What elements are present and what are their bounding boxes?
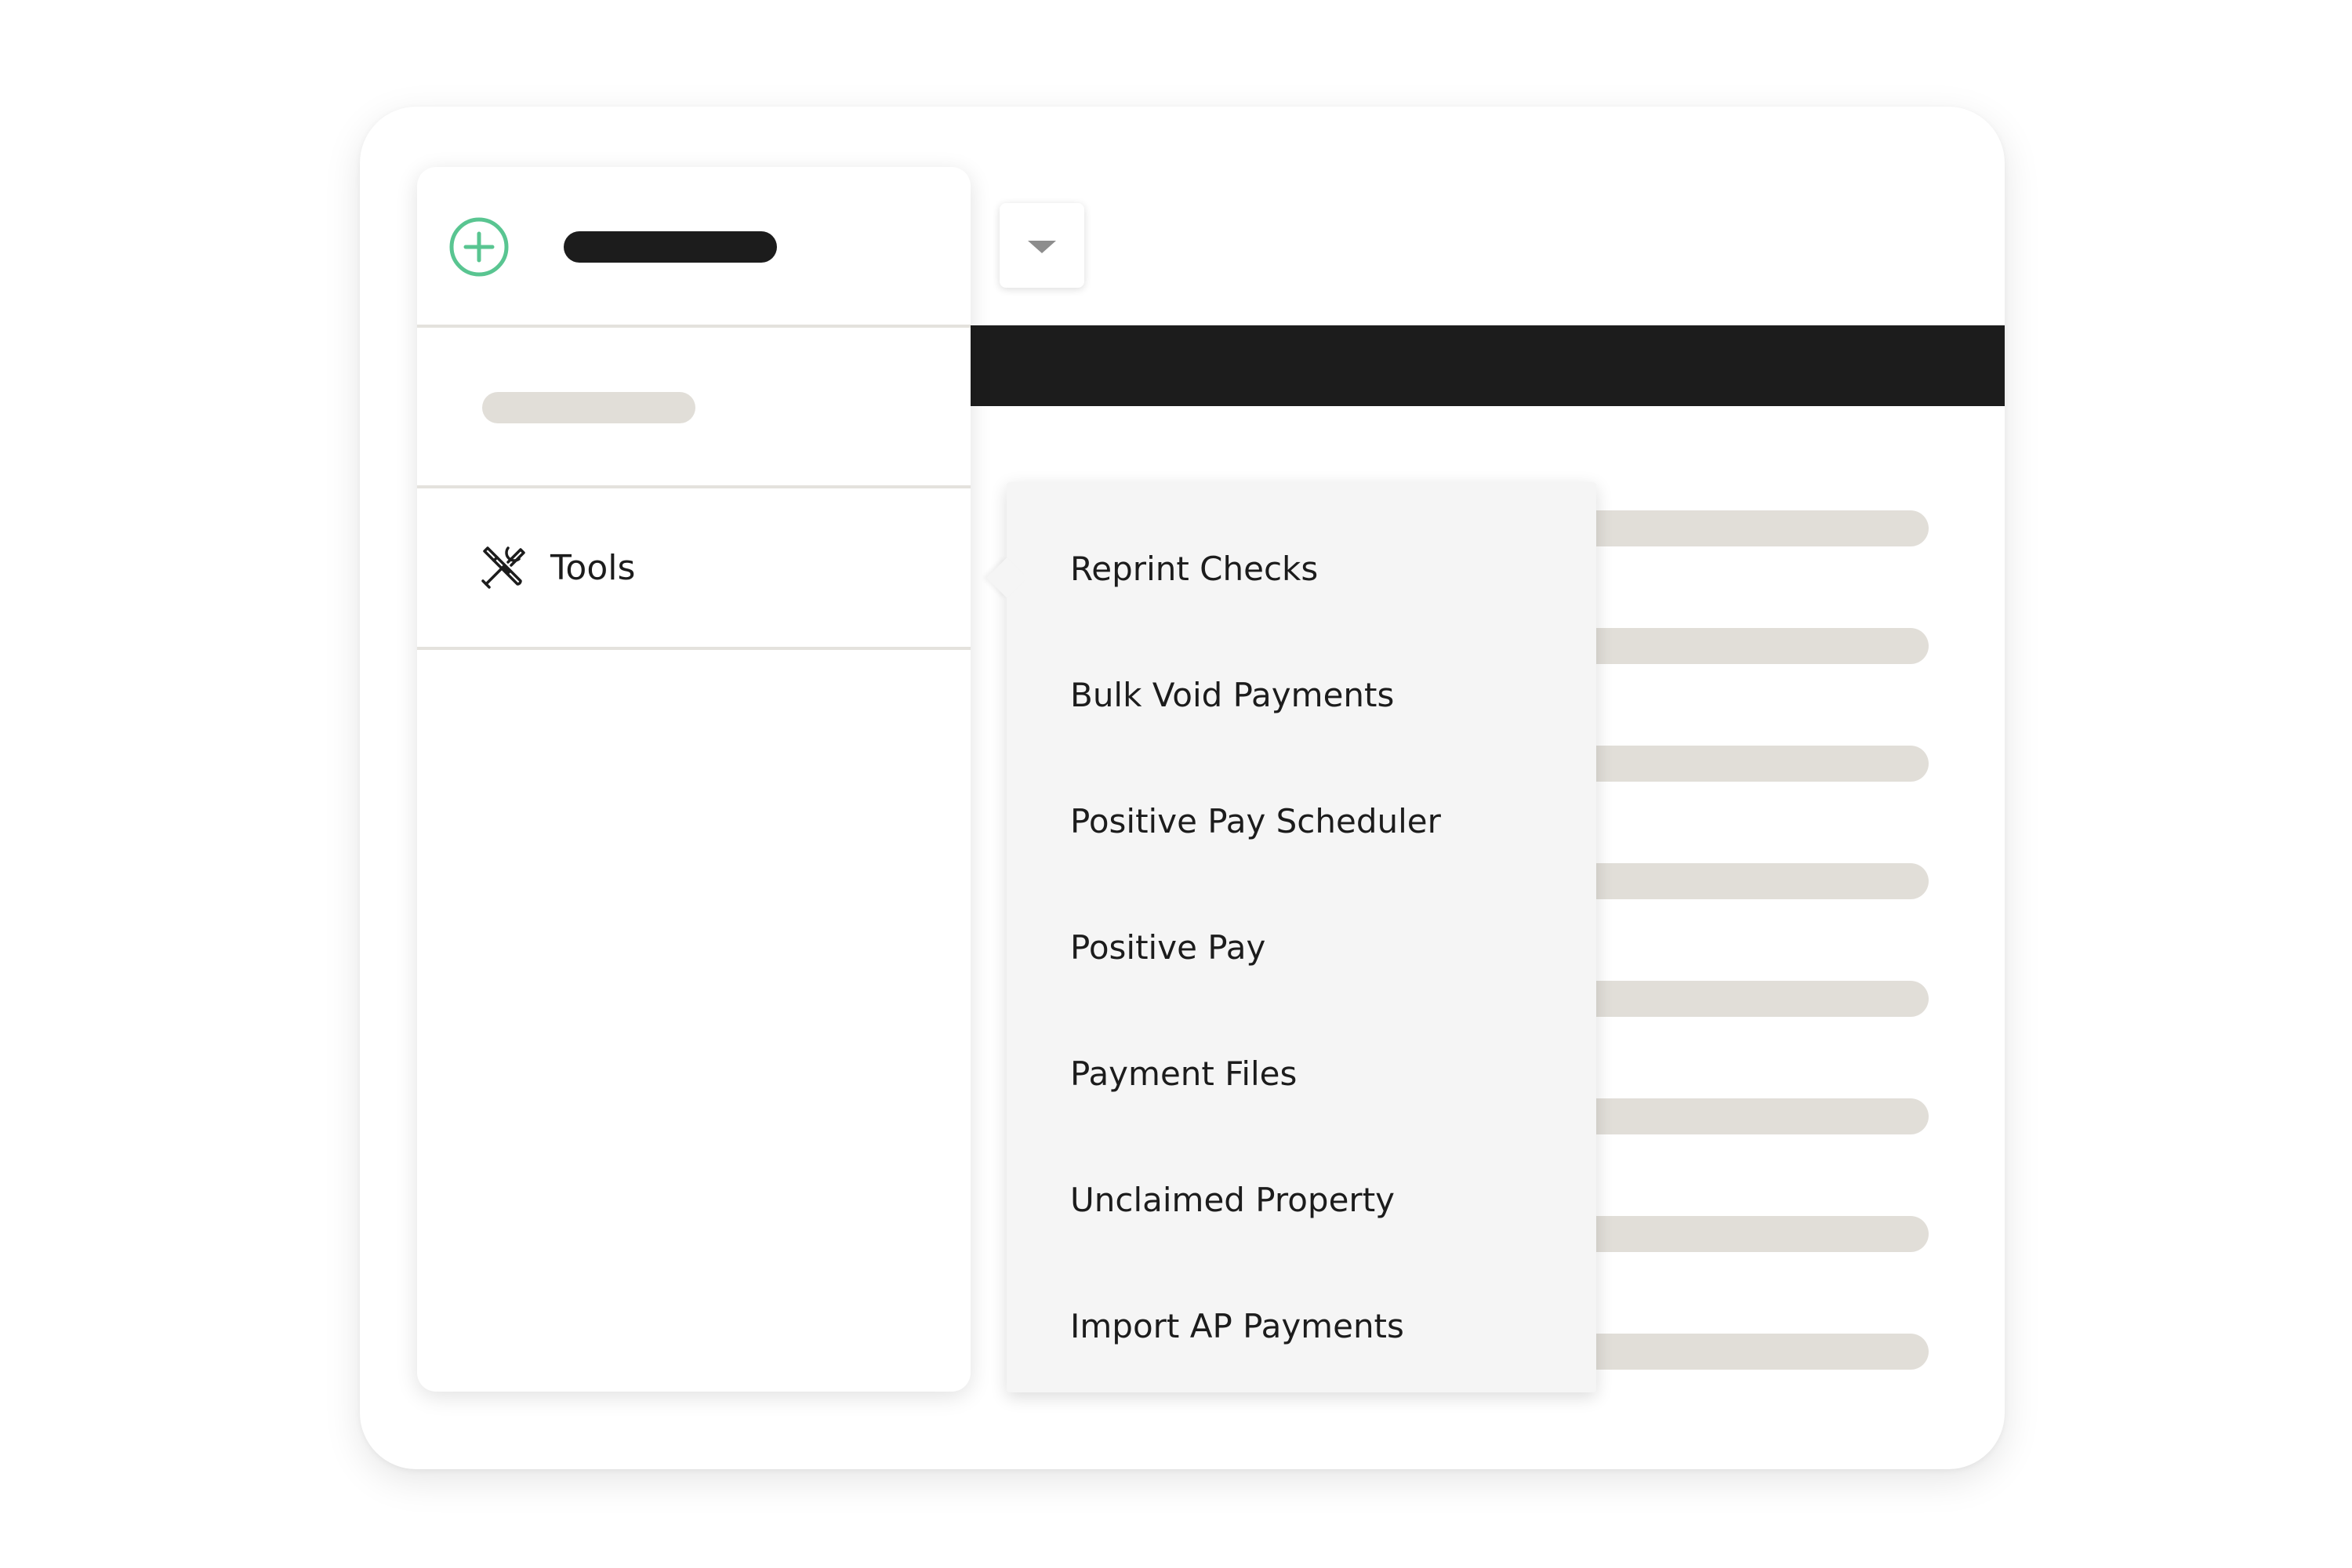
content-header-bar xyxy=(971,325,2005,406)
sidebar-title-placeholder xyxy=(564,231,777,263)
plus-circle-icon[interactable] xyxy=(448,216,510,278)
menu-item-payment-files[interactable]: Payment Files xyxy=(1007,1011,1596,1137)
sidebar: Tools xyxy=(417,167,971,1392)
menu-item-label: Bulk Void Payments xyxy=(1070,676,1395,714)
sidebar-item-placeholder-bar xyxy=(482,392,695,423)
menu-item-unclaimed-property[interactable]: Unclaimed Property xyxy=(1007,1137,1596,1263)
menu-item-label: Payment Files xyxy=(1070,1054,1298,1093)
menu-item-label: Reprint Checks xyxy=(1070,550,1319,588)
menu-item-positive-pay[interactable]: Positive Pay xyxy=(1007,884,1596,1011)
content-placeholder-line xyxy=(1560,746,1929,782)
menu-item-label: Unclaimed Property xyxy=(1070,1181,1396,1219)
content-placeholder-line xyxy=(1560,510,1929,546)
sidebar-header xyxy=(417,167,971,325)
content-placeholder-line xyxy=(1560,981,1929,1017)
caret-down-icon xyxy=(1028,241,1056,253)
sidebar-item-tools[interactable]: Tools xyxy=(417,488,971,647)
content-placeholder-line xyxy=(1560,1098,1929,1134)
content-placeholder-line xyxy=(1560,628,1929,664)
dropdown-toggle-button[interactable] xyxy=(1000,203,1084,288)
tools-flyout-menu: Reprint Checks Bulk Void Payments Positi… xyxy=(986,482,1596,1392)
sidebar-item-placeholder[interactable] xyxy=(417,328,971,486)
menu-item-label: Positive Pay xyxy=(1070,928,1266,967)
divider xyxy=(417,647,971,650)
menu-item-bulk-void-payments[interactable]: Bulk Void Payments xyxy=(1007,632,1596,758)
content-placeholder-line xyxy=(1560,863,1929,899)
content-placeholder-line xyxy=(1560,1216,1929,1252)
sidebar-item-label: Tools xyxy=(550,548,636,588)
menu-item-label: Positive Pay Scheduler xyxy=(1070,802,1441,840)
menu-item-import-ap-payments[interactable]: Import AP Payments xyxy=(1007,1263,1596,1389)
menu-item-label: Import AP Payments xyxy=(1070,1307,1404,1345)
menu-item-reprint-checks[interactable]: Reprint Checks xyxy=(1007,506,1596,632)
tools-icon xyxy=(481,546,525,589)
content-placeholder-line xyxy=(1560,1334,1929,1370)
menu-item-positive-pay-scheduler[interactable]: Positive Pay Scheduler xyxy=(1007,758,1596,884)
